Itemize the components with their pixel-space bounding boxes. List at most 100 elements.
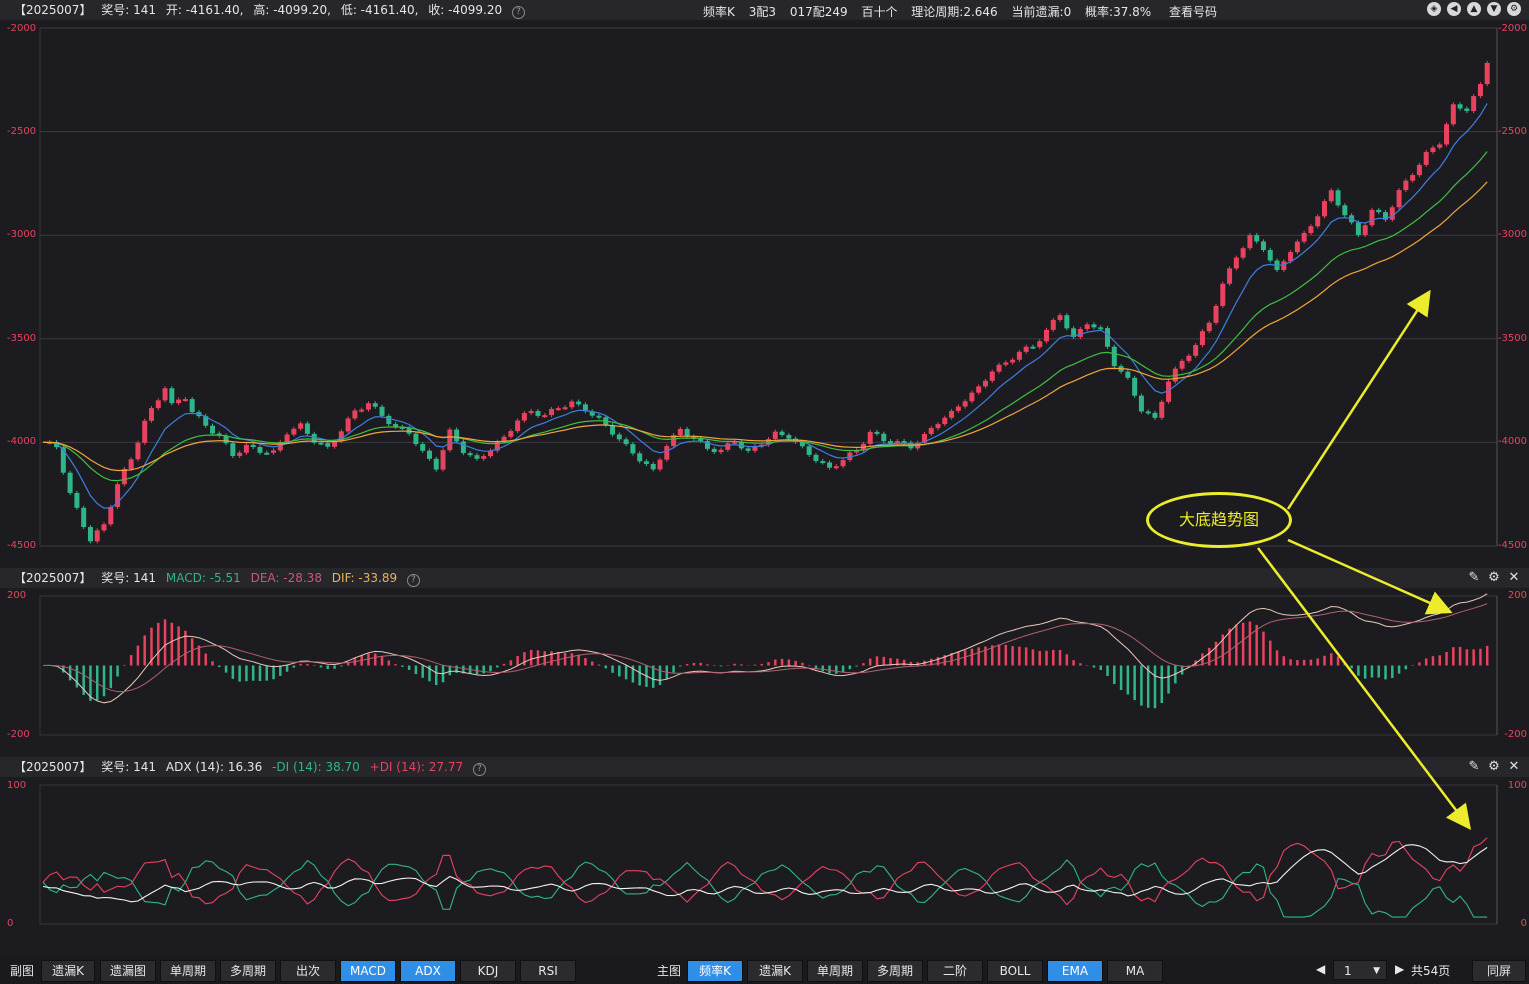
candle-body (1328, 190, 1334, 202)
candle-body (467, 453, 473, 456)
candle-body (976, 386, 982, 393)
sub-adx-button[interactable]: ADX (400, 960, 456, 982)
candle-body (1199, 331, 1205, 346)
macd-header: 【2025007】 奖号: 141 MACD: -5.51 DEA: -28.3… (0, 568, 1529, 588)
candle-body (1077, 329, 1083, 338)
trend-callout: 大底趋势图 (1146, 492, 1292, 548)
arrow-up-icon[interactable]: ▲ (1467, 2, 1481, 16)
candle-body (1003, 362, 1009, 365)
chevron-down-icon: ▼ (1373, 966, 1380, 976)
main-axis-right-4: -4000 (1497, 436, 1527, 447)
candle-body (1023, 346, 1029, 352)
candle-body (555, 408, 561, 411)
main-candlestick-chart[interactable] (0, 20, 1529, 566)
candle-body (833, 466, 839, 469)
close-value: 收: -4099.20 (428, 3, 503, 17)
candle-body (1064, 315, 1070, 329)
issue-id: 【2025007】 (14, 3, 92, 17)
candle-body (271, 450, 277, 453)
sub-multi-period-button[interactable]: 多周期 (220, 960, 276, 982)
macd-issue-id: 【2025007】 (14, 571, 92, 585)
candle-body (657, 459, 663, 470)
candle-body (989, 371, 995, 381)
theory-period: 理论周期:2.646 (911, 5, 998, 19)
candle-body (372, 403, 378, 407)
candle-body (718, 449, 724, 453)
prev-page-icon[interactable]: ◀ (1316, 962, 1325, 976)
candle-body (630, 444, 636, 454)
close-icon[interactable]: ✕ (1507, 571, 1521, 585)
candle-body (182, 399, 188, 402)
candle-body (359, 409, 365, 412)
candle-body (148, 408, 154, 421)
sub-count-button[interactable]: 出次 (280, 960, 336, 982)
candle-body (1193, 345, 1199, 356)
candle-body (87, 527, 93, 542)
sync-screen-button[interactable]: 同屏 (1472, 960, 1526, 982)
help-icon[interactable]: ? (511, 6, 525, 19)
combo: 017配249 (789, 5, 848, 19)
candle-body (684, 428, 690, 437)
candle-body (250, 444, 256, 448)
position-label: 百十个 (861, 5, 898, 19)
arrow-left-icon[interactable]: ◀ (1447, 2, 1461, 16)
gear-icon[interactable]: ⚙ (1487, 571, 1501, 585)
sub-omit-chart-button[interactable]: 遗漏图 (100, 960, 156, 982)
candle-body (569, 401, 575, 408)
candle-body (155, 400, 161, 409)
main-omit-k-button[interactable]: 遗漏K (747, 960, 803, 982)
candle-body (1037, 341, 1043, 348)
help-icon[interactable]: ? (472, 763, 486, 776)
help-icon[interactable]: ? (406, 574, 420, 587)
main-multi-period-button[interactable]: 多周期 (867, 960, 923, 982)
candle-body (813, 454, 819, 462)
main-header-stats: 频率K 3配3 017配249 百十个 理论周期:2.646 当前遗漏:0 概率… (703, 3, 1227, 20)
adx-chart[interactable] (0, 778, 1529, 954)
macd-chart[interactable] (0, 588, 1529, 754)
main-chart-header: 【2025007】 奖号: 141 开: -4161.40, 高: -4099.… (0, 0, 1529, 20)
page-select[interactable]: 1 ▼ (1333, 960, 1387, 980)
main-freq-k-button[interactable]: 频率K (687, 960, 743, 982)
sub-single-period-button[interactable]: 单周期 (160, 960, 216, 982)
candle-body (1132, 377, 1138, 396)
sub-macd-button[interactable]: MACD (340, 960, 396, 982)
next-page-icon[interactable]: ▶ (1395, 962, 1404, 976)
candle-body (67, 472, 73, 493)
view-numbers-link[interactable]: 查看号码 (1169, 5, 1217, 19)
candle-body (210, 425, 216, 434)
candle-body (515, 420, 521, 432)
main-single-period-button[interactable]: 单周期 (807, 960, 863, 982)
close-icon[interactable]: ✕ (1507, 760, 1521, 774)
candle-body (1450, 104, 1456, 125)
candle-body (1410, 175, 1416, 181)
main-second-order-button[interactable]: 二阶 (927, 960, 983, 982)
gear-icon[interactable]: ⚙ (1487, 760, 1501, 774)
main-boll-button[interactable]: BOLL (987, 960, 1043, 982)
plot-frame (39, 27, 1498, 547)
candle-body (1030, 346, 1036, 349)
candle-body (1057, 315, 1063, 320)
candle-body (779, 431, 785, 436)
candle-body (1437, 144, 1443, 148)
candle-body (1247, 235, 1253, 249)
settings-icon[interactable]: ⚙ (1507, 2, 1521, 16)
sub-kdj-button[interactable]: KDJ (460, 960, 516, 982)
main-chart-label: 主图 (657, 964, 682, 978)
pin-icon[interactable]: ✎ (1467, 571, 1481, 585)
candle-body (840, 460, 846, 467)
sub-rsi-button[interactable]: RSI (520, 960, 576, 982)
candle-body (284, 434, 290, 442)
pin-icon[interactable]: ✎ (1467, 760, 1481, 774)
compass-icon[interactable]: ◈ (1427, 2, 1441, 16)
minus-di-value: -DI (14): 38.70 (272, 760, 360, 774)
arrow-down-icon[interactable]: ▼ (1487, 2, 1501, 16)
candle-body (176, 399, 182, 404)
main-ma-button[interactable]: MA (1107, 960, 1163, 982)
sub-omit-k-button[interactable]: 遗漏K (41, 960, 95, 982)
plus-di-line (42, 837, 1488, 906)
candle-body (745, 448, 751, 451)
candle-body (264, 452, 270, 455)
macd-value: MACD: -5.51 (165, 571, 241, 585)
candle-body (237, 452, 243, 456)
main-ema-button[interactable]: EMA (1047, 960, 1103, 982)
